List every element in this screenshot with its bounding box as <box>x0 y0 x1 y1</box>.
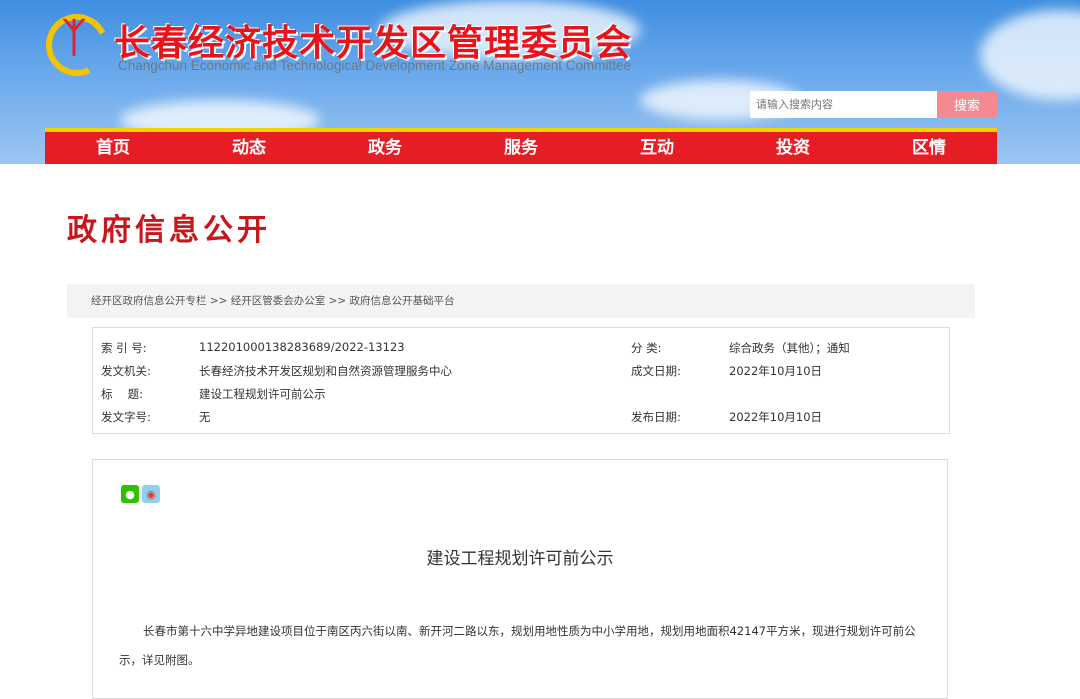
site-subtitle: Changchun Economic and Technological Dev… <box>118 58 631 73</box>
docno-label: 发文字号: <box>101 409 151 425</box>
title-label: 标 题: <box>101 386 143 402</box>
published-label: 发布日期: <box>631 409 681 425</box>
wechat-share-icon[interactable]: ● <box>121 485 139 503</box>
article-body: 长春市第十六中学异地建设项目位于南区丙六街以南、新开河二路以东，规划用地性质为中… <box>119 617 919 675</box>
main-nav: 首页 动态 政务 服务 互动 投资 区情 <box>45 128 997 164</box>
issuer-value: 长春经济技术开发区规划和自然资源管理服务中心 <box>199 363 452 379</box>
nav-government[interactable]: 政务 <box>317 132 453 164</box>
breadcrumb[interactable]: 经开区政府信息公开专栏 >> 经开区管委会办公室 >> 政府信息公开基础平台 <box>67 284 975 318</box>
nav-news[interactable]: 动态 <box>181 132 317 164</box>
docno-value: 无 <box>199 409 211 425</box>
logo-bird-icon: ᛉ <box>62 18 86 58</box>
category-value: 综合政务（其他）；通知 <box>729 340 850 356</box>
nav-investment[interactable]: 投资 <box>725 132 861 164</box>
nav-services[interactable]: 服务 <box>453 132 589 164</box>
category-label: 分 类: <box>631 340 662 356</box>
search-bar: 搜索 <box>750 91 997 118</box>
created-value: 2022年10月10日 <box>729 363 822 379</box>
page-title: 政府信息公开 <box>67 205 271 249</box>
article-title: 建设工程规划许可前公示 <box>93 544 947 569</box>
created-label: 成文日期: <box>631 363 681 379</box>
title-value: 建设工程规划许可前公示 <box>199 386 326 402</box>
search-button[interactable]: 搜索 <box>937 91 997 118</box>
weibo-share-icon[interactable]: ◉ <box>142 485 160 503</box>
nav-district[interactable]: 区情 <box>861 132 997 164</box>
article: ● ◉ 建设工程规划许可前公示 长春市第十六中学异地建设项目位于南区丙六街以南、… <box>92 459 948 699</box>
nav-home[interactable]: 首页 <box>45 132 181 164</box>
index-label: 索 引 号: <box>101 340 147 356</box>
search-input[interactable] <box>750 91 937 118</box>
index-value: 112201000138283689/2022-13123 <box>199 340 405 354</box>
published-value: 2022年10月10日 <box>729 409 822 425</box>
issuer-label: 发文机关: <box>101 363 151 379</box>
share-buttons: ● ◉ <box>121 485 160 503</box>
nav-interaction[interactable]: 互动 <box>589 132 725 164</box>
document-metadata: 索 引 号: 112201000138283689/2022-13123 分 类: 综… <box>92 327 950 434</box>
header-banner: ᛉ 长春经济技术开发区管理委员会 Changchun Economic and … <box>0 0 1080 164</box>
